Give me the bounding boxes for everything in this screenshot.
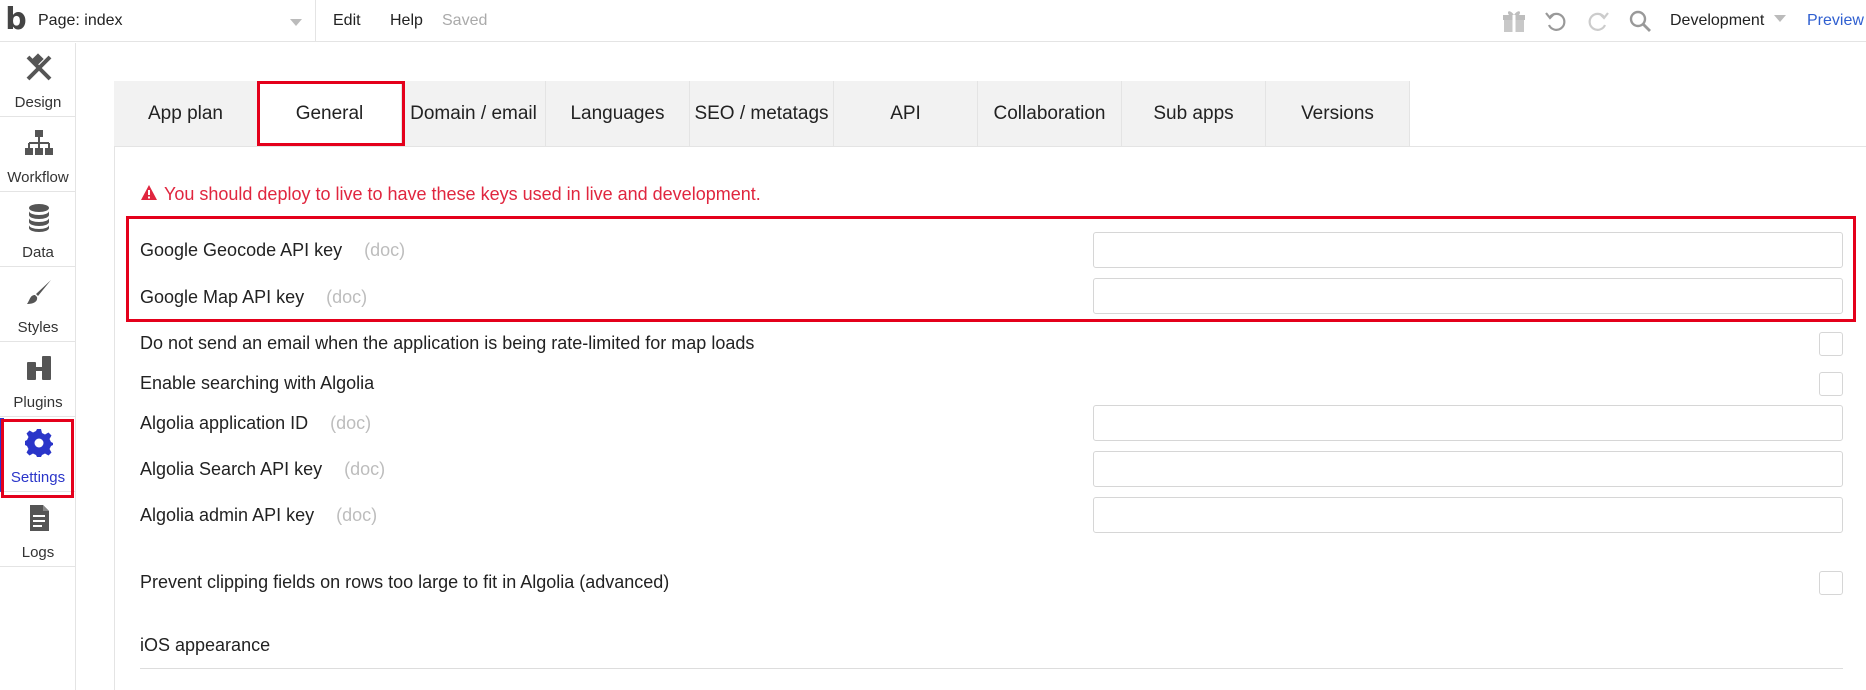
divider — [114, 146, 115, 690]
page-selector-label: Page: index — [38, 12, 123, 29]
sidebar-item-data[interactable]: Data — [0, 193, 76, 267]
rate-limit-email-checkbox[interactable] — [1819, 332, 1843, 356]
algolia-search-key-doc-link[interactable]: (doc) — [344, 459, 385, 479]
brush-icon — [27, 280, 51, 304]
tab-sub-apps[interactable]: Sub apps — [1122, 81, 1266, 146]
algolia-admin-key-input[interactable] — [1093, 497, 1843, 533]
sidebar-item-label: Logs — [21, 544, 55, 561]
algolia-app-id-doc-link[interactable]: (doc) — [330, 413, 371, 433]
sidebar-item-logs[interactable]: Logs — [0, 493, 76, 567]
algolia-admin-key-row: Algolia admin API key (doc) — [140, 505, 377, 526]
menu-help[interactable]: Help — [390, 12, 423, 30]
save-status: Saved — [442, 12, 488, 29]
tab-app-plan[interactable]: App plan — [114, 81, 258, 146]
plugin-icon — [27, 356, 51, 380]
sidebar-item-settings[interactable]: Settings — [0, 418, 76, 492]
sidebar: Design Workflow Data Styles Plugins Sett… — [0, 43, 76, 690]
algolia-admin-key-label: Algolia admin API key — [140, 505, 315, 525]
sidebar-item-label: Settings — [10, 469, 66, 486]
prevent-clipping-label: Prevent clipping fields on rows too larg… — [140, 572, 670, 592]
map-key-input[interactable] — [1093, 278, 1843, 314]
design-icon — [26, 53, 52, 81]
algolia-search-key-input[interactable] — [1093, 451, 1843, 487]
tab-general[interactable]: General — [258, 81, 402, 146]
algolia-enable-checkbox[interactable] — [1819, 372, 1843, 396]
environment-label: Development — [1670, 12, 1765, 29]
divider — [114, 146, 1866, 147]
document-icon — [30, 505, 49, 531]
tab-api[interactable]: API — [834, 81, 978, 146]
algolia-app-id-label: Algolia application ID — [140, 413, 309, 433]
ios-appearance-heading: iOS appearance — [140, 635, 271, 655]
workflow-icon — [25, 130, 53, 155]
search-icon[interactable] — [1627, 8, 1653, 34]
sidebar-item-label: Styles — [17, 319, 59, 336]
gift-icon[interactable] — [1501, 8, 1527, 34]
environment-selector[interactable]: Development — [1670, 12, 1787, 30]
sidebar-item-workflow[interactable]: Workflow — [0, 118, 76, 192]
map-key-row: Google Map API key (doc) — [140, 287, 367, 308]
chevron-down-icon — [290, 19, 302, 26]
sidebar-item-label: Plugins — [13, 394, 63, 411]
preview-link[interactable]: Preview — [1807, 12, 1864, 30]
tab-versions[interactable]: Versions — [1266, 81, 1410, 146]
rate-limit-email-label: Do not send an email when the applicatio… — [140, 333, 755, 353]
page-selector[interactable]: Page: index — [38, 8, 310, 34]
geocode-key-label: Google Geocode API key — [140, 240, 343, 260]
geocode-key-row: Google Geocode API key (doc) — [140, 240, 405, 261]
menu-edit[interactable]: Edit — [333, 12, 361, 30]
sidebar-item-label: Workflow — [7, 169, 69, 186]
gear-icon — [25, 429, 53, 457]
tab-collaboration[interactable]: Collaboration — [978, 81, 1122, 146]
divider — [140, 668, 1843, 669]
warning-icon — [141, 185, 157, 200]
sidebar-item-label: Data — [22, 244, 54, 261]
algolia-app-id-input[interactable] — [1093, 405, 1843, 441]
sidebar-item-styles[interactable]: Styles — [0, 268, 76, 342]
chevron-down-icon — [1774, 15, 1787, 22]
top-bar: b Page: index Edit Help Saved Developmen… — [0, 0, 1866, 42]
redo-icon[interactable] — [1585, 8, 1611, 34]
database-icon — [29, 204, 49, 232]
algolia-enable-label: Enable searching with Algolia — [140, 373, 375, 393]
tab-seo-metatags[interactable]: SEO / metatags — [690, 81, 834, 146]
deploy-warning: You should deploy to live to have these … — [140, 184, 761, 205]
undo-icon[interactable] — [1543, 8, 1569, 34]
algolia-search-key-row: Algolia Search API key (doc) — [140, 459, 385, 480]
geocode-doc-link[interactable]: (doc) — [364, 240, 405, 260]
divider — [315, 0, 316, 42]
algolia-search-key-label: Algolia Search API key — [140, 459, 323, 479]
map-key-label: Google Map API key — [140, 287, 305, 307]
sidebar-item-plugins[interactable]: Plugins — [0, 343, 76, 417]
app-logo[interactable]: b — [0, 0, 32, 42]
prevent-clipping-checkbox[interactable] — [1819, 571, 1843, 595]
sidebar-item-design[interactable]: Design — [0, 43, 76, 117]
algolia-app-id-row: Algolia application ID (doc) — [140, 413, 371, 434]
geocode-key-input[interactable] — [1093, 232, 1843, 268]
tab-domain-email[interactable]: Domain / email — [402, 81, 546, 146]
map-doc-link[interactable]: (doc) — [326, 287, 367, 307]
algolia-admin-key-doc-link[interactable]: (doc) — [336, 505, 377, 525]
deploy-warning-text: You should deploy to live to have these … — [164, 184, 761, 204]
sidebar-item-label: Design — [14, 94, 62, 111]
tab-languages[interactable]: Languages — [546, 81, 690, 146]
